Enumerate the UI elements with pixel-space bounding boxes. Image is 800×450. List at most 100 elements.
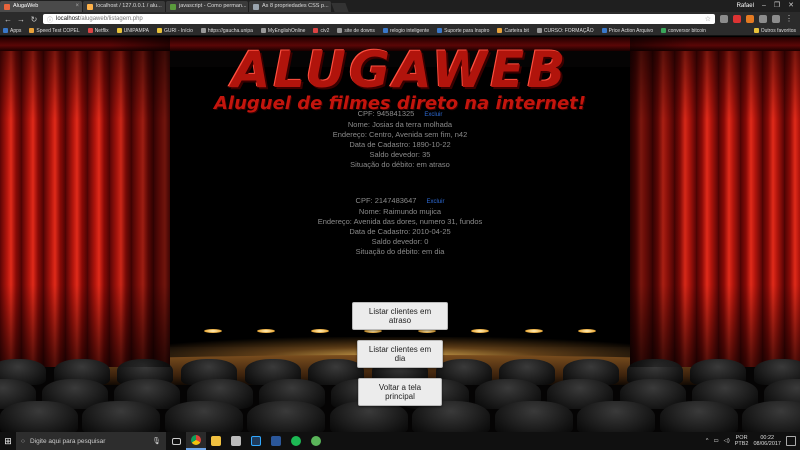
new-tab-button[interactable] [331,3,349,12]
bookmark-icon [661,28,667,33]
spotify-icon[interactable] [286,432,306,450]
bookmark-item[interactable]: site de downs [337,28,375,34]
list-overdue-button[interactable]: Listar clientes em atraso [352,302,448,330]
page-info-icon[interactable]: ⓘ [47,15,53,24]
address-path: /alugaweb/listagem.php [79,16,143,22]
back-icon[interactable]: ← [4,15,12,24]
bookmarks-bar: Apps Speed Test COPEL Netflix UNIPAMPA G… [0,26,800,36]
reload-icon[interactable]: ↻ [30,15,38,24]
client-record: CPF: 945841325 Excluir Nome: Josias da t… [240,109,560,170]
browser-tab-strip: AlugaWeb × localhost / 127.0.0.1 / alu..… [0,0,800,12]
tab-javascript[interactable]: javascript - Como perman... × [166,1,248,12]
photoshop-icon[interactable] [246,432,266,450]
extension-icon[interactable] [733,15,741,23]
bookmark-item[interactable]: Apps [3,28,21,34]
bookmark-item[interactable]: MyEnglishOnline [260,28,305,34]
client-address: Endereço: Avenida das dores, numero 31, … [317,217,483,226]
client-record: CPF: 2147483647 Excluir Nome: Raimundo m… [240,196,560,257]
tab-alugaweb[interactable]: AlugaWeb × [0,1,82,12]
bookmark-star-icon[interactable]: ☆ [705,15,711,23]
minimize-icon[interactable]: – [762,0,766,12]
chrome-icon[interactable] [186,432,206,450]
bookmark-item[interactable]: Carteira bit [497,28,529,34]
tab-title: AlugaWeb [13,3,39,9]
network-icon[interactable]: ▭ [713,438,718,444]
client-name: Nome: Josias da terra molhada [347,120,453,129]
bookmark-icon [536,28,542,33]
bookmark-icon [497,28,503,33]
bookmark-item[interactable]: https://gaucha.unipa [200,28,253,34]
bookmark-item[interactable]: CURSO: FORMAÇÃO [536,28,594,34]
tab-css[interactable]: As 8 propriedades CSS p... × [249,1,331,12]
client-balance: Saldo devedor: 0 [371,237,429,246]
client-registration-date: Data de Cadastro: 1890-10-22 [349,140,451,149]
back-home-button[interactable]: Voltar a tela principal [358,378,442,406]
system-tray: ^ ▭ ◁) POR PTB2 00:22 08/06/2017 [706,432,800,450]
client-balance: Saldo devedor: 35 [369,150,431,159]
bookmark-icon [29,28,35,33]
extension-icon[interactable] [772,15,780,23]
word-icon[interactable] [266,432,286,450]
bookmark-item[interactable]: UNIPAMPA [116,28,149,34]
close-tab-icon[interactable]: × [75,1,79,12]
bookmark-icon [601,28,607,33]
microphone-icon[interactable]: 🎙 [152,437,161,445]
maximize-icon[interactable]: ❐ [774,0,780,12]
bookmark-icon [313,28,319,33]
app-icon[interactable] [306,432,326,450]
extension-icon[interactable] [720,15,728,23]
menu-icon[interactable]: ⋮ [785,15,793,23]
bookmark-item[interactable]: Suporte para Inspiro [437,28,489,34]
tab-phpmyadmin[interactable]: localhost / 127.0.0.1 / alu... × [83,1,165,12]
client-registration-date: Data de Cadastro: 2010-04-25 [349,227,451,236]
search-icon: ○ [21,437,25,445]
language-indicator[interactable]: POR PTB2 [735,435,749,447]
folder-icon [753,28,759,33]
clock[interactable]: 00:22 08/06/2017 [753,435,781,448]
forward-icon[interactable]: → [17,15,25,24]
windows-taskbar: ⊞ ○ Digite aqui para pesquisar 🎙 ^ ▭ ◁) … [0,432,800,450]
delete-link[interactable]: Excluir [426,197,444,207]
tab-title: localhost / 127.0.0.1 / alu... [96,3,162,9]
bookmark-item[interactable]: Price Action Arquivo [601,28,653,34]
bookmark-item[interactable]: conversor bitcoin [661,28,706,34]
windows-start-icon[interactable]: ⊞ [0,432,16,450]
other-bookmarks[interactable]: Outros favoritos [753,28,800,34]
file-explorer-icon[interactable] [206,432,226,450]
client-name: Nome: Raimundo mujica [358,207,442,216]
list-current-button[interactable]: Listar clientes em dia [357,340,443,368]
bookmark-icon [200,28,206,33]
delete-link[interactable]: Excluir [424,110,442,120]
bookmark-item[interactable]: GURI - Início [156,28,193,34]
client-list: CPF: 945841325 Excluir Nome: Josias da t… [240,109,560,283]
apps-icon [3,28,8,33]
taskbar-search[interactable]: ○ Digite aqui para pesquisar 🎙 [16,432,166,450]
bookmark-icon [260,28,266,33]
bookmark-item[interactable]: Speed Test COPEL [29,28,80,34]
client-cpf: CPF: 945841325 [357,109,415,118]
window-controls: Rafael – ❐ ✕ [737,0,800,12]
tab-title: As 8 propriedades CSS p... [262,3,329,9]
notifications-icon[interactable] [786,436,796,446]
volume-icon[interactable]: ◁) [724,438,730,444]
page-content: ALUGAWEB Aluguel de filmes direto na int… [0,37,800,432]
bookmark-item[interactable]: relogio inteligente [382,28,429,34]
user-name[interactable]: Rafael [737,0,754,12]
netflix-icon [87,28,93,33]
client-debt-status: Situação do débito: em atraso [350,160,450,169]
tray-chevron-icon[interactable]: ^ [706,438,709,444]
store-icon[interactable] [226,432,246,450]
tab-title: javascript - Como perman... [179,3,247,9]
bookmark-item[interactable]: Netflix [87,28,109,34]
task-view-icon[interactable] [166,432,186,450]
bookmark-icon [382,28,388,33]
bookmark-item[interactable]: civ2 [313,28,329,34]
favicon-icon [4,3,10,10]
address-bar[interactable]: ⓘ localhost/alugaweb/listagem.php ☆ [43,14,715,24]
favicon-icon [170,3,176,10]
extension-icon[interactable] [746,15,754,23]
bookmark-icon [437,28,443,33]
bookmark-icon [156,28,162,33]
extension-icon[interactable] [759,15,767,23]
close-window-icon[interactable]: ✕ [788,0,794,12]
